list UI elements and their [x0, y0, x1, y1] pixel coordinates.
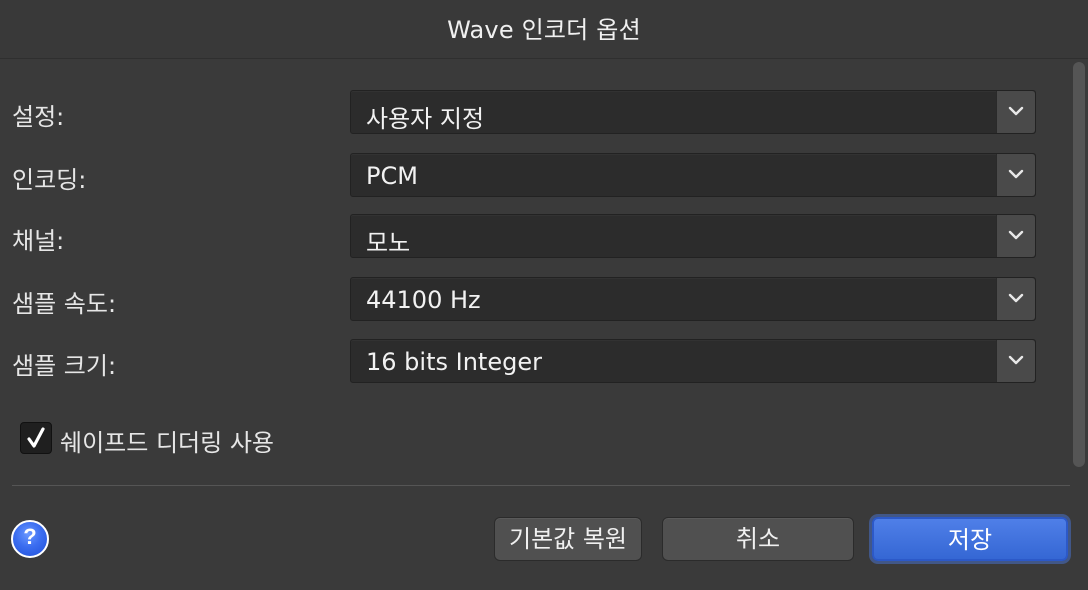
footer-divider	[12, 485, 1070, 486]
setting-row-preset: 설정: 사용자 지정	[0, 90, 1088, 136]
encoding-select[interactable]: PCM	[350, 153, 1036, 197]
vertical-scrollbar[interactable]	[1070, 60, 1088, 470]
encoding-label: 인코딩:	[12, 166, 87, 194]
sample-size-label: 샘플 크기:	[12, 352, 117, 380]
channels-dropdown-button[interactable]	[996, 215, 1035, 257]
sample-rate-select[interactable]: 44100 Hz	[350, 277, 1036, 321]
channels-label: 채널:	[12, 227, 65, 255]
setting-row-encoding: 인코딩: PCM	[0, 153, 1088, 199]
save-button[interactable]: 저장	[872, 517, 1068, 561]
setting-row-sample-size: 샘플 크기: 16 bits Integer	[0, 339, 1088, 385]
preset-label: 설정:	[12, 103, 65, 131]
sample-rate-label: 샘플 속도:	[12, 290, 117, 318]
channels-select[interactable]: 모노	[350, 214, 1036, 258]
help-question-icon: ?	[23, 524, 37, 549]
channels-value: 모노	[366, 229, 411, 257]
shaped-dithering-checkbox[interactable]	[20, 422, 52, 454]
checkmark-icon	[27, 427, 45, 448]
sample-size-dropdown-button[interactable]	[996, 340, 1035, 382]
dialog-title: Wave 인코더 옵션	[447, 16, 641, 44]
restore-defaults-button[interactable]: 기본값 복원	[494, 517, 642, 561]
chevron-down-icon	[1008, 355, 1024, 365]
preset-dropdown-button[interactable]	[996, 91, 1035, 133]
setting-row-channels: 채널: 모노	[0, 214, 1088, 260]
chevron-down-icon	[1008, 230, 1024, 240]
sample-size-select[interactable]: 16 bits Integer	[350, 339, 1036, 383]
help-button[interactable]: ?	[11, 520, 49, 558]
chevron-down-icon	[1008, 293, 1024, 303]
sample-rate-dropdown-button[interactable]	[996, 278, 1035, 320]
encoding-dropdown-button[interactable]	[996, 154, 1035, 196]
dialog-title-bar: Wave 인코더 옵션	[0, 0, 1088, 59]
scrollbar-thumb[interactable]	[1073, 62, 1085, 467]
chevron-down-icon	[1008, 169, 1024, 179]
shaped-dithering-label[interactable]: 쉐이프드 디더링 사용	[60, 423, 274, 458]
chevron-down-icon	[1008, 106, 1024, 116]
sample-rate-value: 44100 Hz	[366, 286, 481, 314]
encoding-value: PCM	[366, 162, 418, 190]
sample-size-value: 16 bits Integer	[366, 348, 542, 376]
cancel-button[interactable]: 취소	[662, 517, 854, 561]
preset-value: 사용자 지정	[366, 105, 485, 133]
preset-select[interactable]: 사용자 지정	[350, 90, 1036, 134]
wave-encoder-options-dialog: Wave 인코더 옵션 설정: 사용자 지정 인코딩: PCM 채널: 모노 샘…	[0, 0, 1088, 590]
setting-row-sample-rate: 샘플 속도: 44100 Hz	[0, 277, 1088, 323]
